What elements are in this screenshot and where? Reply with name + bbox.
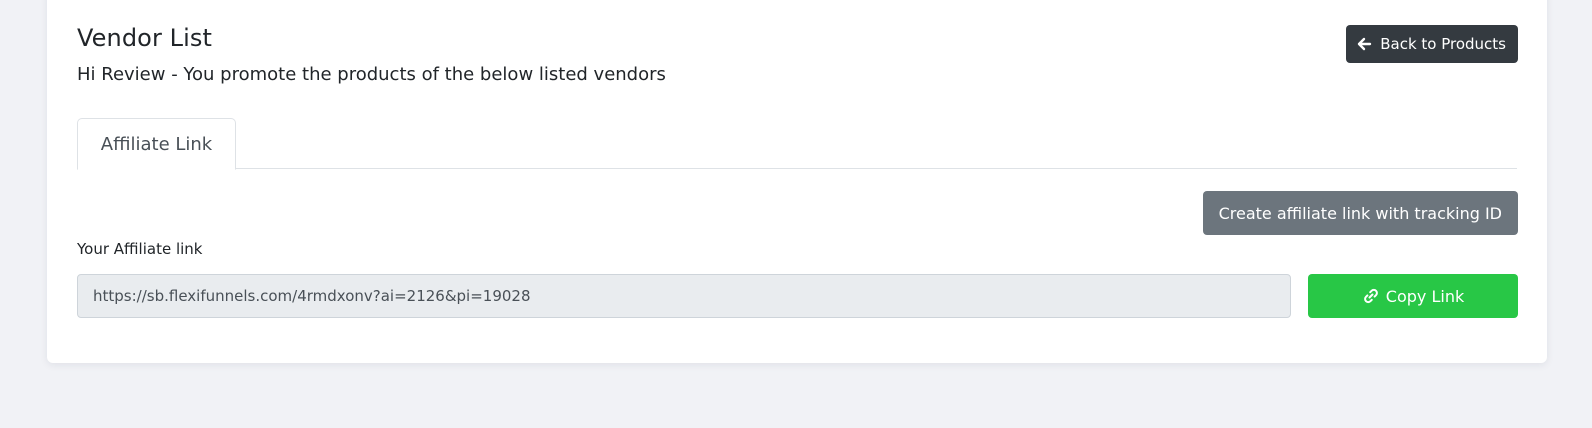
vendor-list-card: Vendor List Hi Review - You promote the … [47,0,1547,363]
back-to-products-button[interactable]: Back to Products [1346,25,1518,63]
create-affiliate-link-button[interactable]: Create affiliate link with tracking ID [1202,191,1518,235]
tab-bar: Affiliate Link [77,118,1517,170]
arrow-left-icon [1356,36,1372,52]
back-to-products-label: Back to Products [1380,35,1506,53]
affiliate-link-label: Your Affiliate link [77,240,203,258]
page-title: Vendor List [77,24,212,52]
tab-affiliate-link[interactable]: Affiliate Link [77,118,236,170]
link-icon [1362,287,1380,305]
create-affiliate-link-label: Create affiliate link with tracking ID [1218,203,1502,223]
affiliate-link-field[interactable] [77,274,1291,318]
tab-affiliate-link-label: Affiliate Link [100,133,213,155]
page-subtitle: Hi Review - You promote the products of … [77,64,666,85]
copy-link-label: Copy Link [1385,286,1465,306]
copy-link-button[interactable]: Copy Link [1308,274,1518,318]
